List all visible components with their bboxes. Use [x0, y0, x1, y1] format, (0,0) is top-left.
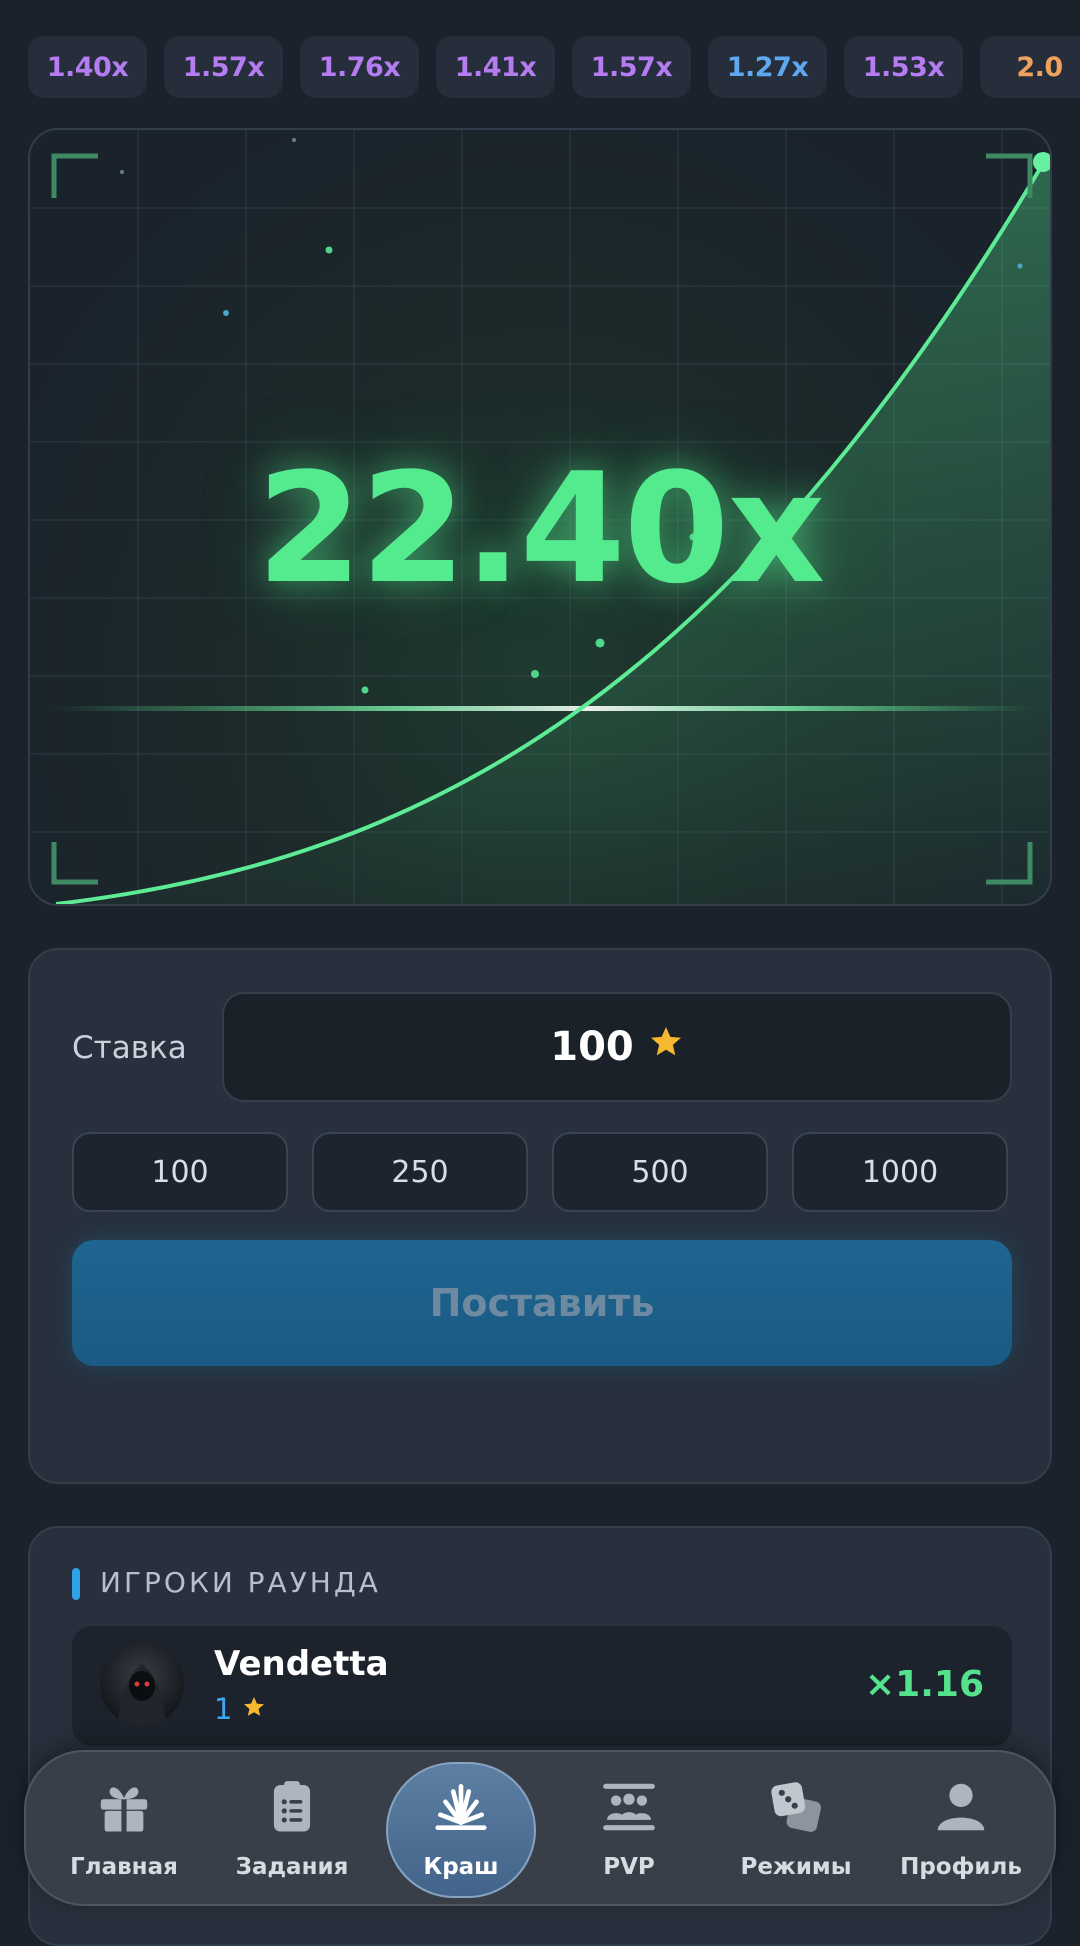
- player-row: Vendetta 1 ×1.16: [72, 1626, 1012, 1746]
- nav-label-profile: Профиль: [900, 1854, 1022, 1880]
- star-icon: [648, 1024, 684, 1070]
- avatar: [100, 1642, 184, 1726]
- curve-head: [1033, 152, 1050, 172]
- bet-panel: Ставка 100 100 250 500 1000 Поставить: [28, 948, 1052, 1484]
- player-bet: 1: [214, 1692, 266, 1726]
- nav-item-home[interactable]: Главная: [44, 1752, 204, 1908]
- nav-item-modes[interactable]: Режимы: [716, 1752, 876, 1908]
- bet-label: Ставка: [72, 1030, 187, 1066]
- history-chip: 1.41x: [436, 36, 555, 98]
- history-chip: 1.27x: [708, 36, 827, 98]
- quick-bet-1000-button[interactable]: 1000: [792, 1132, 1008, 1212]
- history-chip: 1.57x: [164, 36, 283, 98]
- players-title: ИГРОКИ РАУНДА: [100, 1566, 381, 1599]
- star-icon: [242, 1692, 266, 1726]
- history-chip: 1.53x: [844, 36, 963, 98]
- crash-game-panel: 22.40x: [28, 128, 1052, 906]
- nav-item-crash[interactable]: Краш: [381, 1752, 541, 1908]
- player-bet-value: 1: [214, 1692, 233, 1726]
- history-chip: 2.0: [980, 36, 1080, 98]
- pvp-icon: [598, 1776, 660, 1842]
- place-bet-button[interactable]: Поставить: [72, 1240, 1012, 1366]
- bet-amount-input[interactable]: 100: [222, 992, 1012, 1102]
- player-name: Vendetta: [214, 1644, 389, 1684]
- gift-icon: [93, 1776, 155, 1842]
- history-chip: 1.57x: [572, 36, 691, 98]
- nav-label-home: Главная: [70, 1854, 178, 1880]
- history-chip: 1.76x: [300, 36, 419, 98]
- bet-amount-value: 100: [550, 1024, 634, 1070]
- current-multiplier: 22.40x: [256, 440, 826, 617]
- crash-icon: [430, 1776, 492, 1842]
- horizon-line: [50, 706, 1034, 711]
- quick-bet-row: 100 250 500 1000: [72, 1132, 1008, 1212]
- clipboard-icon: [261, 1776, 323, 1842]
- nav-label-modes: Режимы: [740, 1854, 852, 1880]
- quick-bet-100-button[interactable]: 100: [72, 1132, 288, 1212]
- dice-icon: [765, 1776, 827, 1842]
- bottom-nav: Главная Задания Краш PVP Режимы Профиль: [24, 1750, 1056, 1906]
- nav-label-pvp: PVP: [603, 1854, 655, 1880]
- profile-icon: [930, 1776, 992, 1842]
- nav-item-tasks[interactable]: Задания: [212, 1752, 372, 1908]
- history-chip: 1.40x: [28, 36, 147, 98]
- nav-item-profile[interactable]: Профиль: [881, 1752, 1041, 1908]
- nav-label-tasks: Задания: [235, 1854, 349, 1880]
- nav-label-crash: Краш: [423, 1854, 499, 1880]
- quick-bet-250-button[interactable]: 250: [312, 1132, 528, 1212]
- multiplier-history: 1.40x 1.57x 1.76x 1.41x 1.57x 1.27x 1.53…: [0, 36, 1080, 98]
- player-multiplier: ×1.16: [865, 1664, 984, 1705]
- title-accent-bar: [72, 1568, 80, 1600]
- nav-item-pvp[interactable]: PVP: [549, 1752, 709, 1908]
- quick-bet-500-button[interactable]: 500: [552, 1132, 768, 1212]
